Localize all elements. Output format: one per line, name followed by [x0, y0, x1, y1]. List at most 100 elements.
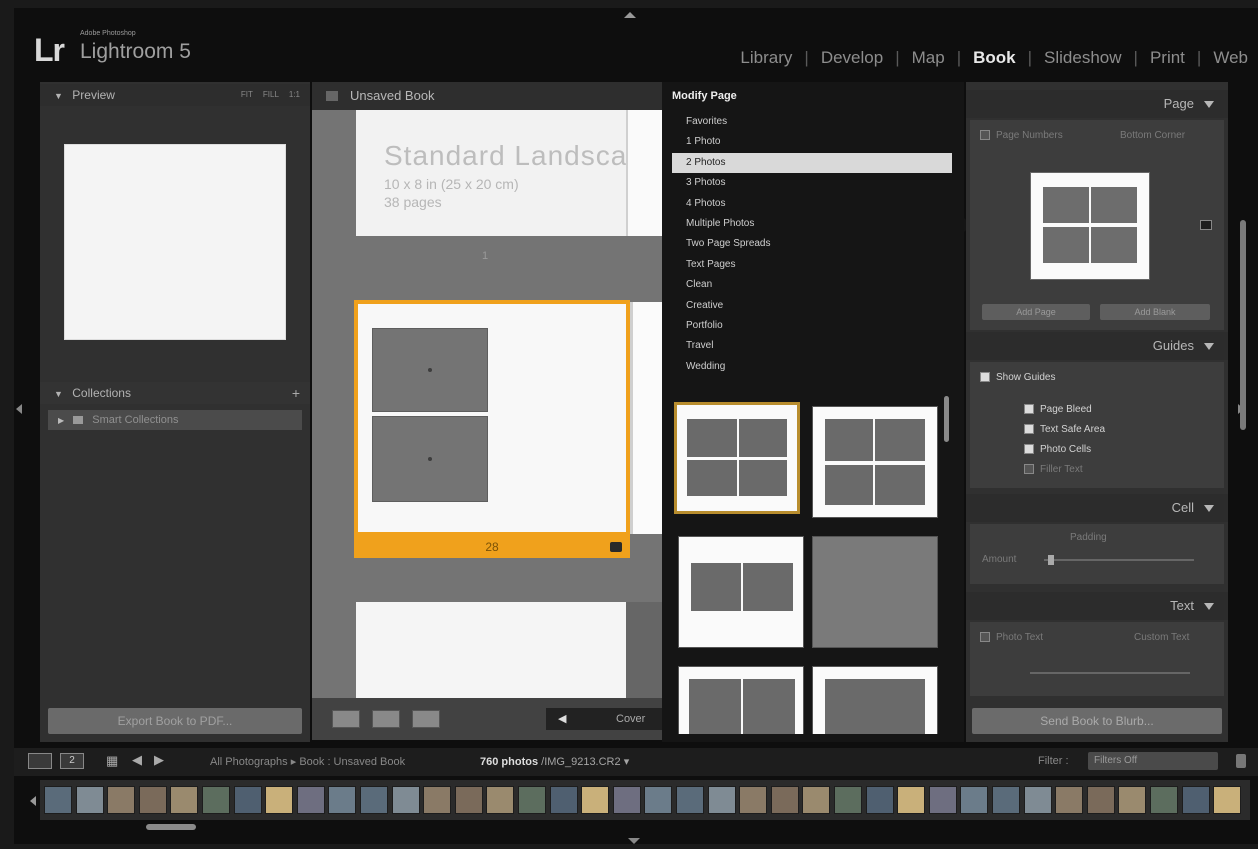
guide-photo-cells-option[interactable]: Photo Cells: [1024, 444, 1091, 455]
menu-item-3-photos[interactable]: 3 Photos: [672, 173, 952, 193]
guides-panel-header[interactable]: Guides: [966, 332, 1228, 360]
menu-item-travel[interactable]: Travel: [672, 336, 952, 356]
filmstrip-thumbnail[interactable]: [454, 786, 483, 814]
bottom-panel-toggle[interactable]: [628, 838, 640, 844]
filmstrip-thumbnail[interactable]: [612, 786, 641, 814]
left-panel-toggle[interactable]: [16, 404, 22, 414]
module-library[interactable]: Library: [728, 48, 804, 68]
filmstrip-thumbnail[interactable]: [423, 786, 452, 814]
guide-filler-text-option[interactable]: Filler Text: [1024, 464, 1083, 475]
menu-item-1-photo[interactable]: 1 Photo: [672, 132, 952, 152]
filmstrip-thumbnail[interactable]: [549, 786, 578, 814]
selected-book-page[interactable]: [354, 300, 630, 536]
second-window-button[interactable]: 2: [60, 753, 84, 769]
multi-page-view-button[interactable]: [332, 710, 360, 728]
filter-dropdown[interactable]: Filters Off: [1088, 752, 1218, 770]
zoom-fill-button[interactable]: FILL: [263, 90, 279, 99]
filmstrip-thumbnail[interactable]: [865, 786, 894, 814]
page-numbers-position[interactable]: Bottom Corner: [1120, 130, 1185, 141]
filmstrip-thumbnail[interactable]: [107, 786, 136, 814]
filmstrip-thumbnail[interactable]: [644, 786, 673, 814]
filmstrip-thumbnail[interactable]: [834, 786, 862, 814]
page-options-icon[interactable]: [610, 542, 622, 552]
cell-panel-header[interactable]: Cell: [966, 494, 1228, 522]
photo-cell[interactable]: [372, 416, 488, 502]
padding-slider[interactable]: [1044, 559, 1194, 561]
module-map[interactable]: Map: [900, 48, 957, 68]
photo-text-value[interactable]: Custom Text: [1134, 632, 1189, 643]
filmstrip-thumbnail[interactable]: [992, 786, 1020, 814]
source-path[interactable]: All Photographs ▸ Book : Unsaved Book: [210, 755, 405, 768]
book-pages-scroll[interactable]: Standard Landscape 10 x 8 in (25 x 20 cm…: [312, 110, 662, 698]
filmstrip-thumbnail[interactable]: [296, 786, 325, 814]
grid-view-icon[interactable]: ▦: [106, 753, 118, 769]
filmstrip-thumbnail[interactable]: [518, 786, 546, 814]
zoom-fit-button[interactable]: FIT: [241, 90, 253, 99]
filmstrip-thumbnail[interactable]: [391, 786, 420, 814]
back-arrow-icon[interactable]: ◀: [132, 752, 142, 768]
menu-item-creative[interactable]: Creative: [672, 296, 952, 316]
filmstrip-thumbnail[interactable]: [1086, 786, 1115, 814]
layout-template[interactable]: [678, 666, 804, 734]
padding-slider-thumb[interactable]: [1048, 555, 1054, 565]
page-numbers-option[interactable]: Page Numbers: [980, 130, 1063, 141]
filmstrip-thumbnail[interactable]: [75, 786, 104, 814]
menu-item-text-pages[interactable]: Text Pages: [672, 255, 952, 275]
page-options-icon[interactable]: [1200, 220, 1212, 230]
layout-template[interactable]: [678, 536, 804, 648]
filmstrip-thumbnail[interactable]: [1181, 786, 1210, 814]
text-offset-slider[interactable]: [1030, 672, 1190, 674]
photo-count[interactable]: 760 photos /IMG_9213.CR2 ▾: [480, 755, 629, 768]
filmstrip-thumbnail[interactable]: [170, 786, 199, 814]
menu-item-clean[interactable]: Clean: [672, 275, 952, 295]
guide-page-bleed-option[interactable]: Page Bleed: [1024, 404, 1092, 415]
menu-item-two-page-spreads[interactable]: Two Page Spreads: [672, 234, 952, 254]
filmstrip-thumbnail[interactable]: [581, 786, 610, 814]
export-pdf-button[interactable]: Export Book to PDF...: [48, 708, 302, 734]
filmstrip-thumbnail[interactable]: [1023, 786, 1052, 814]
filmstrip-thumbnail[interactable]: [739, 786, 768, 814]
filmstrip-thumbnail[interactable]: [707, 786, 736, 814]
module-print[interactable]: Print: [1138, 48, 1197, 68]
filmstrip-thumbnail[interactable]: [360, 786, 388, 814]
top-panel-toggle[interactable]: [624, 12, 636, 18]
filmstrip-thumbnail[interactable]: [202, 786, 230, 814]
filmstrip-thumbnail[interactable]: [676, 786, 704, 814]
preview-header[interactable]: ▼ Preview FIT FILL 1:1: [40, 84, 310, 106]
add-page-button[interactable]: Add Page: [982, 304, 1090, 320]
filmstrip-thumbnail[interactable]: [44, 786, 72, 814]
filmstrip-thumbnail[interactable]: [233, 786, 262, 814]
book-page[interactable]: [356, 602, 626, 698]
filmstrip-thumbnail[interactable]: [1055, 786, 1084, 814]
page-navigator[interactable]: ◀ Cover: [546, 708, 662, 730]
filmstrip[interactable]: [40, 780, 1250, 820]
filmstrip-thumbnail[interactable]: [928, 786, 957, 814]
popup-scrollbar[interactable]: [944, 396, 949, 442]
menu-item-multiple-photos[interactable]: Multiple Photos: [672, 214, 952, 234]
collections-header[interactable]: ▼ Collections +: [40, 382, 310, 404]
filmstrip-thumbnail[interactable]: [960, 786, 989, 814]
layout-template[interactable]: [812, 666, 938, 734]
collection-item[interactable]: ▶ Smart Collections: [48, 410, 302, 430]
add-blank-button[interactable]: Add Blank: [1100, 304, 1210, 320]
module-web[interactable]: Web: [1201, 48, 1248, 68]
right-panel-scrollbar[interactable]: [1240, 220, 1246, 430]
filmstrip-scrollbar[interactable]: [146, 824, 196, 830]
filmstrip-thumbnail[interactable]: [1213, 786, 1242, 814]
filmstrip-thumbnail[interactable]: [770, 786, 799, 814]
module-book[interactable]: Book: [961, 48, 1028, 68]
filmstrip-thumbnail[interactable]: [897, 786, 926, 814]
module-slideshow[interactable]: Slideshow: [1032, 48, 1134, 68]
layout-template[interactable]: [812, 536, 938, 648]
spread-view-button[interactable]: [372, 710, 400, 728]
book-cover-page[interactable]: Standard Landscape 10 x 8 in (25 x 20 cm…: [356, 110, 659, 236]
page-number-bar[interactable]: 28: [354, 536, 630, 558]
filmstrip-thumbnail[interactable]: [1150, 786, 1178, 814]
photo-cell[interactable]: [372, 328, 488, 412]
zoom-1to1-button[interactable]: 1:1: [289, 90, 300, 99]
send-to-blurb-button[interactable]: Send Book to Blurb...: [972, 708, 1222, 734]
filmstrip-left-arrow-icon[interactable]: [30, 796, 36, 806]
filmstrip-thumbnail[interactable]: [265, 786, 294, 814]
filmstrip-thumbnail[interactable]: [802, 786, 831, 814]
photo-text-option[interactable]: Photo Text: [980, 632, 1043, 643]
